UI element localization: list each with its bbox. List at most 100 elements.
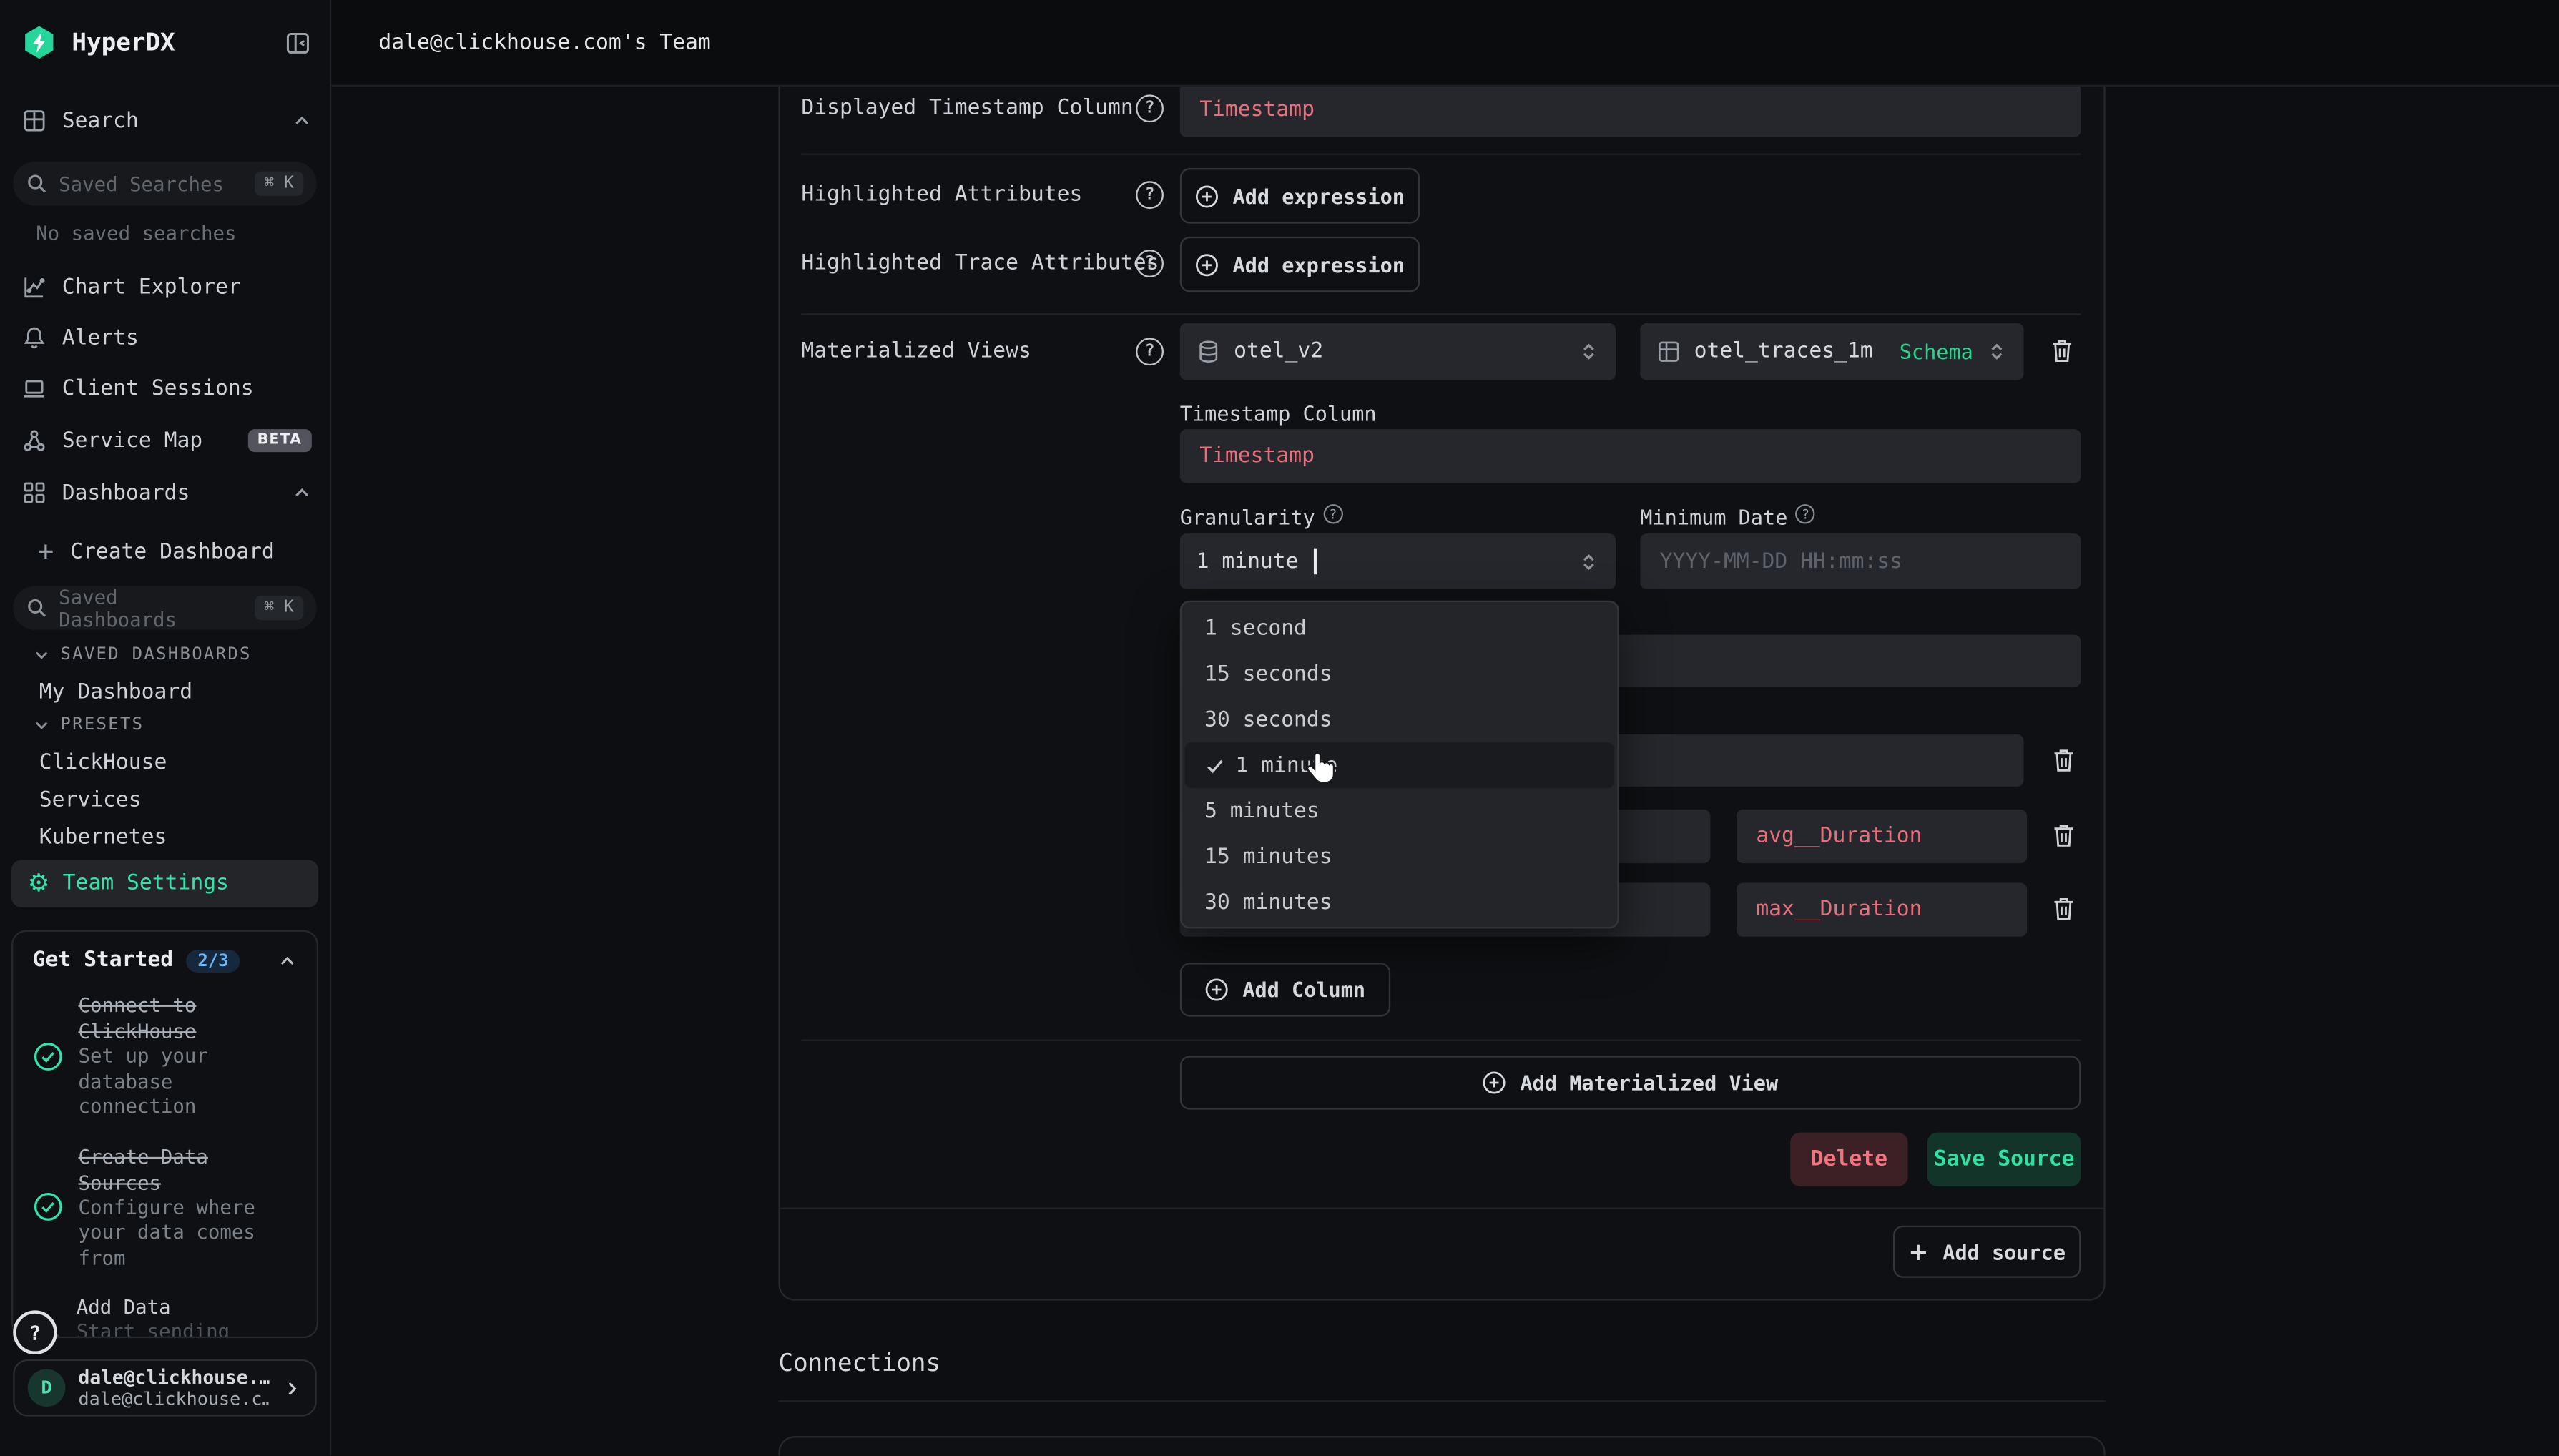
dropdown-option[interactable]: 30 seconds <box>1182 697 1617 742</box>
sidebar-item-clickhouse[interactable]: ClickHouse <box>39 746 167 779</box>
dropdown-option[interactable]: 15 minutes <box>1182 834 1617 880</box>
create-dashboard-button[interactable]: Create Dashboard <box>36 532 312 571</box>
sidebar-item-client-sessions[interactable]: Client Sessions <box>21 369 312 408</box>
highlighted-attributes-label: Highlighted Attributes <box>801 183 1082 207</box>
sidebar-item-label: Service Map <box>62 428 202 453</box>
plus-circle-icon <box>1483 1071 1507 1095</box>
step-description: Configure where your data comes from <box>79 1195 300 1271</box>
delete-column-icon[interactable] <box>2050 894 2078 923</box>
saved-dashboards-input[interactable]: Saved Dashboards ⌘ K <box>13 586 316 630</box>
input-value: max__Duration <box>1756 897 1922 922</box>
get-started-step-sources[interactable]: Create Data Sources Configure where your… <box>13 1131 316 1282</box>
sidebar-item-kubernetes[interactable]: Kubernetes <box>39 821 167 854</box>
section-saved-dashboards[interactable]: SAVED DASHBOARDS <box>33 644 252 664</box>
option-label: 1 second <box>1204 616 1307 640</box>
sidebar-item-dashboards[interactable]: Dashboards <box>21 473 312 513</box>
dropdown-option[interactable]: 30 minutes <box>1182 880 1617 925</box>
granularity-label: Granularity? <box>1180 504 1343 529</box>
mouse-cursor-pointer <box>1306 751 1337 785</box>
user-menu[interactable]: D dale@clickhouse.… dale@clickhouse.c… <box>13 1359 316 1417</box>
dropdown-option[interactable]: 5 minutes <box>1182 788 1617 834</box>
get-started-header[interactable]: Get Started 2/3 <box>13 932 316 980</box>
delete-source-button[interactable]: Delete <box>1790 1133 1907 1186</box>
sidebar-item-service-map[interactable]: Service Map BETA <box>21 421 312 461</box>
add-expression-button[interactable]: Add expression <box>1180 237 1420 292</box>
sidebar-item-label: Search <box>62 109 139 133</box>
select-value: otel_traces_1m <box>1694 340 1873 364</box>
sidebar-item-services[interactable]: Services <box>39 783 142 816</box>
input-value: Timestamp <box>1199 444 1315 468</box>
shortcut-badge: ⌘ K <box>255 596 304 620</box>
create-dashboard-label: Create Dashboard <box>70 539 275 564</box>
help-icon[interactable]: ? <box>1136 338 1164 365</box>
question-mark-icon: ? <box>1802 507 1809 522</box>
question-mark-icon: ? <box>29 1321 41 1344</box>
section-presets[interactable]: PRESETS <box>33 714 144 734</box>
delete-materialized-view-icon[interactable] <box>2048 336 2076 365</box>
connections-card <box>778 1436 2105 1455</box>
minimum-date-input[interactable]: YYYY-MM-DD HH:mm:ss <box>1640 533 2081 589</box>
help-icon[interactable]: ? <box>1136 181 1164 209</box>
info-icon[interactable]: ? <box>1796 504 1815 523</box>
sidebar-item-my-dashboard[interactable]: My Dashboard <box>39 676 192 709</box>
input-placeholder: YYYY-MM-DD HH:mm:ss <box>1660 549 1902 574</box>
dropdown-option[interactable]: 1 second <box>1182 606 1617 651</box>
info-icon[interactable]: ? <box>1323 504 1342 523</box>
sidebar-item-alerts[interactable]: Alerts <box>21 318 312 358</box>
table-icon <box>1656 340 1681 364</box>
logo-row: HyperDX <box>21 21 312 64</box>
delete-column-icon[interactable] <box>2050 821 2078 850</box>
sidebar-collapse-icon[interactable] <box>284 29 312 56</box>
schema-badge[interactable]: Schema <box>1900 340 1973 364</box>
option-label: 15 minutes <box>1204 845 1332 869</box>
help-icon[interactable]: ? <box>1136 250 1164 277</box>
sidebar-item-search[interactable]: Search <box>21 101 312 140</box>
sidebar: HyperDX Search Saved Searches ⌘ K No sav… <box>0 0 331 1455</box>
get-started-step-connect[interactable]: Connect to ClickHouse Set up your databa… <box>13 980 316 1131</box>
highlighted-trace-attributes-label: Highlighted Trace Attributes <box>801 251 1159 275</box>
sidebar-item-chart-explorer[interactable]: Chart Explorer <box>21 267 312 307</box>
column-alias-input[interactable]: max__Duration <box>1737 883 2027 937</box>
database-select[interactable]: otel_v2 <box>1180 323 1616 380</box>
step-title-line: Sources <box>79 1169 300 1196</box>
displayed-timestamp-input[interactable]: Timestamp <box>1180 83 2081 137</box>
sidebar-item-team-settings[interactable]: ⚙ Team Settings <box>11 860 318 907</box>
add-materialized-view-button[interactable]: Add Materialized View <box>1180 1056 2081 1109</box>
mv-timestamp-input[interactable]: Timestamp <box>1180 429 2081 483</box>
table-select[interactable]: otel_traces_1m Schema <box>1640 323 2023 380</box>
add-source-button[interactable]: Add source <box>1893 1226 2081 1278</box>
option-label: 30 minutes <box>1204 890 1332 915</box>
column-alias-input[interactable]: avg__Duration <box>1737 810 2027 863</box>
get-started-step-add-data[interactable]: 3 Add Data Start sending logs, metrics, … <box>13 1283 316 1339</box>
laptop-icon <box>21 375 48 402</box>
sidebar-item-label: Dashboards <box>62 481 190 505</box>
topbar: dale@clickhouse.com's Team <box>330 0 2559 87</box>
check-circle-icon <box>33 1041 64 1071</box>
dropdown-option[interactable]: 15 seconds <box>1182 651 1617 697</box>
select-chevrons-icon <box>1578 551 1600 572</box>
plus-icon <box>1908 1241 1930 1262</box>
no-saved-searches-text: No saved searches <box>36 222 236 245</box>
user-name: dale@clickhouse.… <box>79 1367 270 1388</box>
dropdown-option-selected[interactable]: 1 minute <box>1185 742 1614 788</box>
text-caret <box>1313 549 1317 575</box>
select-value: otel_v2 <box>1234 340 1323 364</box>
button-label: Add expression <box>1233 252 1405 277</box>
delete-column-icon[interactable] <box>2050 746 2078 775</box>
avatar: D <box>28 1369 65 1407</box>
chevron-up-icon <box>292 483 311 502</box>
divider <box>778 1400 2105 1402</box>
search-icon <box>26 597 48 619</box>
chevron-down-icon <box>33 716 51 734</box>
help-fab-button[interactable]: ? <box>13 1310 57 1354</box>
question-mark-icon: ? <box>1145 99 1155 117</box>
chevron-up-icon[interactable] <box>277 950 297 970</box>
viewport: HyperDX Search Saved Searches ⌘ K No sav… <box>0 0 2559 1456</box>
saved-searches-input[interactable]: Saved Searches ⌘ K <box>13 162 316 206</box>
save-source-button[interactable]: Save Source <box>1927 1133 2081 1186</box>
help-icon[interactable]: ? <box>1136 94 1164 122</box>
granularity-select[interactable]: 1 minute <box>1180 533 1616 589</box>
add-expression-button[interactable]: Add expression <box>1180 168 1420 224</box>
button-label: Add Column <box>1242 978 1365 1002</box>
add-column-button[interactable]: Add Column <box>1180 963 1390 1016</box>
